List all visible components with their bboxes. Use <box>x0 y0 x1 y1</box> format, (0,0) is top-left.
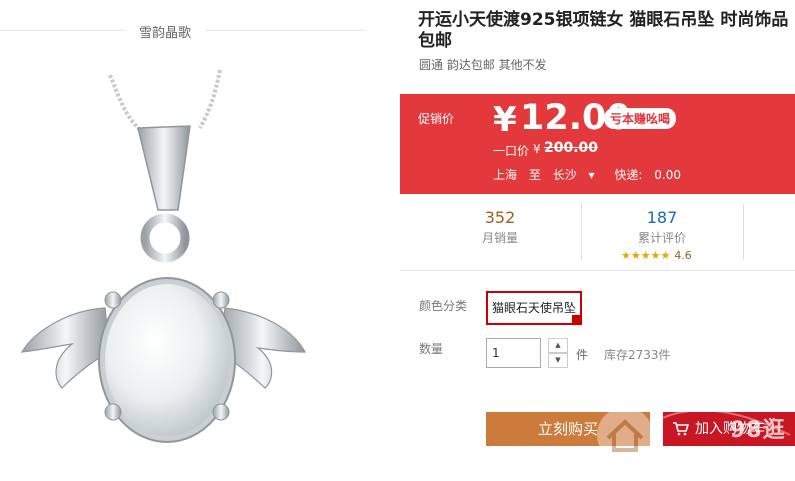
ship-to-city: 长沙 <box>552 168 577 182</box>
quantity-label: 数量 <box>419 342 444 356</box>
original-currency-symbol: ¥ <box>533 142 541 156</box>
product-title: 开运小天使渡925银项链女 猫眼石吊坠 时尚饰品包邮 <box>418 10 789 51</box>
stock-count: 库存2733件 <box>604 348 671 362</box>
color-option-text: 猫眼石天使吊坠 <box>491 301 576 315</box>
ship-to-dropdown[interactable]: 长沙 ▾ <box>553 168 603 182</box>
sales-label: 月销量 <box>481 231 518 245</box>
currency-symbol: ¥ <box>493 100 517 140</box>
reviews-label: 累计评价 <box>637 231 686 245</box>
reviews-count: 187 <box>646 208 678 227</box>
product-image[interactable] <box>10 60 390 475</box>
rating-stars: ★★★★★ 4.6 <box>621 249 692 262</box>
stats-bar: 352 月销量 187 累计评价 ★★★★★ 4.6 <box>400 194 795 271</box>
shop-brand-name: 雪韵晶歌 <box>125 22 206 41</box>
rating-value: 4.6 <box>674 249 692 262</box>
price-panel: 促销价 ¥ 12.00 亏本赚吆喝 一口价 ¥ 200.00 上海 至 长沙 ▾… <box>400 94 795 194</box>
color-option-label: 颜色分类 <box>419 299 468 313</box>
ship-from: 上海 <box>493 168 518 182</box>
quantity-increase-button[interactable]: ▲ <box>548 338 568 353</box>
total-reviews[interactable]: 187 累计评价 <box>582 208 742 246</box>
product-gallery: 雪韵晶歌 <box>0 0 400 481</box>
ship-fee: 0.00 <box>654 168 681 182</box>
color-option-selected[interactable]: 猫眼石天使吊坠 <box>486 291 582 325</box>
quantity-unit: 件 <box>576 348 589 362</box>
original-price: 200.00 <box>544 140 599 156</box>
stat-divider <box>743 204 744 260</box>
selected-check-icon <box>572 315 582 325</box>
watermark-text: 98逛家 <box>730 418 786 475</box>
monthly-sales[interactable]: 352 月销量 <box>420 208 580 246</box>
quantity-decrease-button[interactable]: ▼ <box>548 353 568 368</box>
chevron-down-icon: ▾ <box>588 168 595 182</box>
promo-badge: 亏本赚吆喝 <box>604 108 677 129</box>
quantity-input[interactable]: 1 <box>486 338 541 368</box>
promo-price-label: 促销价 <box>418 112 455 126</box>
original-price-label: 一口价 <box>493 144 530 158</box>
sales-count: 352 <box>484 208 516 227</box>
ship-to-label: 至 <box>528 168 541 182</box>
ship-fee-label: 快递: <box>614 168 643 182</box>
star-icons: ★★★★★ <box>621 249 671 262</box>
delivery-row: 上海 至 长沙 ▾ 快递: 0.00 <box>493 166 689 183</box>
shipping-note: 圆通 韵达包邮 其他不发 <box>419 58 547 72</box>
